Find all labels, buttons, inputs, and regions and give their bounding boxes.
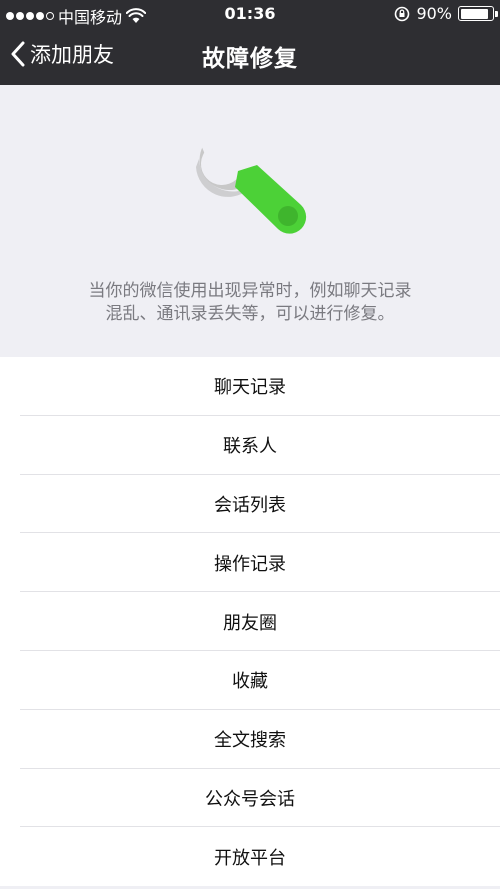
repair-option-favorites[interactable]: 收藏 <box>0 651 500 710</box>
repair-option-label: 全文搜索 <box>214 730 286 752</box>
repair-option-operation-log[interactable]: 操作记录 <box>0 533 500 592</box>
top-bar: 中国移动 01:36 90% 添加朋友 故障修复 <box>0 0 500 85</box>
repair-options-list: 聊天记录 联系人 会话列表 操作记录 朋友圈 收藏 全文搜索 公众号会话 开放平… <box>0 357 500 887</box>
battery-icon <box>458 6 498 21</box>
nav-bar: 添加朋友 故障修复 <box>0 28 500 85</box>
description-line-1: 当你的微信使用出现异常时，例如聊天记录 <box>88 281 412 301</box>
repair-option-label: 收藏 <box>232 671 268 693</box>
repair-option-open-platform[interactable]: 开放平台 <box>0 827 500 886</box>
hero-section: 当你的微信使用出现异常时，例如聊天记录 混乱、通讯录丢失等，可以进行修复。 <box>0 85 500 357</box>
rotation-lock-icon <box>395 6 410 21</box>
repair-option-label: 聊天记录 <box>214 377 286 399</box>
wrench-icon <box>196 133 307 234</box>
repair-option-chat-history[interactable]: 聊天记录 <box>0 357 500 416</box>
status-bar: 中国移动 01:36 90% <box>0 0 500 28</box>
repair-option-full-text-search[interactable]: 全文搜索 <box>0 710 500 769</box>
battery-percent: 90% <box>416 4 452 23</box>
repair-option-label: 公众号会话 <box>205 788 295 810</box>
repair-option-conversation-list[interactable]: 会话列表 <box>0 475 500 534</box>
description-line-2: 混乱、通讯录丢失等，可以进行修复。 <box>105 304 395 324</box>
battery-level <box>460 8 489 19</box>
page-title: 故障修复 <box>202 46 298 72</box>
status-right: 90% <box>394 4 498 23</box>
repair-option-official-accounts[interactable]: 公众号会话 <box>0 769 500 828</box>
repair-option-label: 会话列表 <box>214 494 286 516</box>
description: 当你的微信使用出现异常时，例如聊天记录 混乱、通讯录丢失等，可以进行修复。 <box>0 280 500 326</box>
repair-option-contacts[interactable]: 联系人 <box>0 416 500 475</box>
repair-option-label: 联系人 <box>223 436 277 458</box>
repair-option-label: 朋友圈 <box>223 612 277 634</box>
repair-option-label: 开放平台 <box>214 847 286 869</box>
repair-option-label: 操作记录 <box>214 553 286 575</box>
repair-option-moments[interactable]: 朋友圈 <box>0 592 500 651</box>
